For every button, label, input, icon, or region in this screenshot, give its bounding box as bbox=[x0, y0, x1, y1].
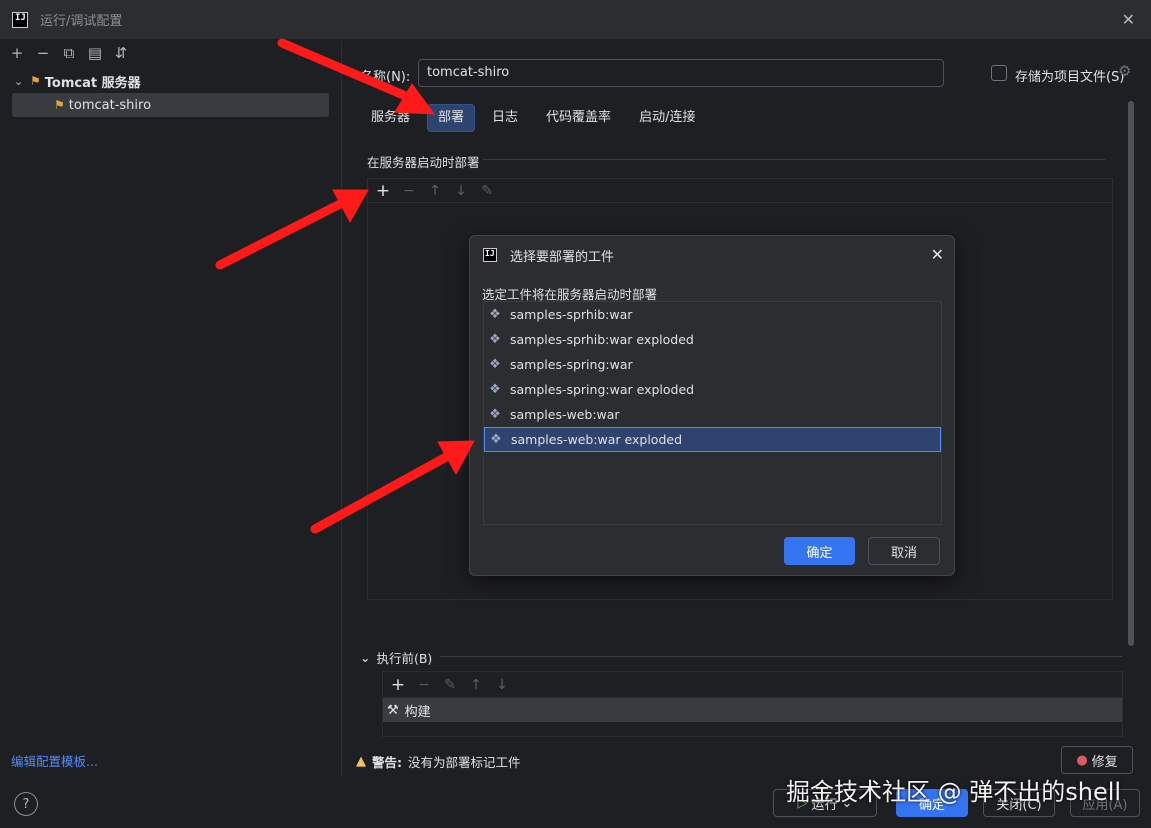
select-artifact-dialog: IJ 选择要部署的工件 ✕ 选定工件将在服务器启动时部署 ❖ samples-s… bbox=[469, 235, 955, 576]
tab-server[interactable]: 服务器 bbox=[360, 104, 421, 132]
add-configuration-icon[interactable]: + bbox=[6, 42, 28, 64]
configuration-tree-panel: + − ⧉ ▤ ⇵ ⌄ ⚑ Tomcat 服务器 ⚑ tomcat-shiro … bbox=[0, 41, 342, 816]
artifact-icon: ❖ bbox=[489, 307, 501, 322]
dialog-close-icon[interactable]: ✕ bbox=[931, 245, 944, 264]
tomcat-config-icon: ⚑ bbox=[54, 98, 65, 112]
artifact-label: samples-sprhib:war bbox=[510, 307, 633, 322]
copy-configuration-icon[interactable]: ⧉ bbox=[58, 42, 80, 64]
store-as-project-file-checkbox[interactable] bbox=[991, 65, 1007, 81]
move-down-icon[interactable]: ↓ bbox=[491, 677, 513, 693]
dialog-titlebar: IJ 选择要部署的工件 bbox=[470, 236, 954, 274]
chevron-down-icon[interactable]: ⌄ bbox=[14, 75, 30, 88]
section-divider bbox=[483, 159, 1105, 160]
gear-icon[interactable]: ⚙ bbox=[1118, 62, 1131, 80]
warning-message: ▲ 警告: 没有为部署标记工件 bbox=[356, 752, 521, 771]
add-task-icon[interactable]: + bbox=[387, 675, 409, 695]
artifact-list: ❖ samples-sprhib:war ❖ samples-sprhib:wa… bbox=[483, 301, 942, 525]
build-hammer-icon: ⚒ bbox=[387, 702, 399, 718]
tomcat-icon: ⚑ bbox=[30, 74, 41, 88]
help-button[interactable]: ? bbox=[14, 792, 38, 816]
tab-deployment[interactable]: 部署 bbox=[427, 104, 476, 132]
dialog-title: 选择要部署的工件 bbox=[510, 249, 615, 265]
tree-toolbar: + − ⧉ ▤ ⇵ bbox=[0, 41, 341, 65]
tree-item-tomcat-shiro[interactable]: ⚑ tomcat-shiro bbox=[12, 93, 329, 117]
before-launch-label: 执行前(B) bbox=[376, 651, 433, 666]
list-item[interactable]: ❖ samples-web:war bbox=[484, 402, 941, 427]
name-field[interactable]: tomcat-shiro bbox=[418, 59, 944, 87]
list-item-selected[interactable]: ❖ samples-web:war exploded bbox=[484, 427, 941, 452]
move-down-icon[interactable]: ↓ bbox=[450, 183, 472, 199]
tree-item-label: tomcat-shiro bbox=[68, 97, 152, 113]
artifact-icon: ❖ bbox=[490, 432, 502, 447]
folder-icon[interactable]: ▤ bbox=[84, 42, 106, 64]
move-up-icon[interactable]: ↑ bbox=[424, 183, 446, 199]
task-label: 构建 bbox=[404, 704, 431, 720]
artifact-label: samples-spring:war exploded bbox=[510, 382, 695, 397]
list-item[interactable]: ❖ samples-sprhib:war exploded bbox=[484, 327, 941, 352]
tree-item-tomcat-server[interactable]: ⌄ ⚑ Tomcat 服务器 bbox=[0, 69, 341, 93]
chevron-down-icon[interactable]: ⌄ bbox=[360, 650, 370, 665]
edit-templates-link[interactable]: 编辑配置模板... bbox=[11, 751, 98, 770]
move-up-icon[interactable]: ↑ bbox=[465, 677, 487, 693]
warning-icon: ▲ bbox=[356, 754, 366, 769]
list-item[interactable]: ❖ samples-spring:war exploded bbox=[484, 377, 941, 402]
deploy-section-title: 在服务器启动时部署 bbox=[367, 155, 480, 170]
before-launch-header[interactable]: ⌄ 执行前(B) bbox=[360, 648, 432, 667]
vertical-scrollbar[interactable] bbox=[1128, 101, 1134, 646]
window-close-icon[interactable]: ✕ bbox=[1122, 10, 1135, 29]
deployment-toolbar: + − ↑ ↓ ✎ bbox=[368, 179, 1112, 203]
before-launch-toolbar: + − ✎ ↑ ↓ bbox=[383, 672, 1122, 698]
artifact-icon: ❖ bbox=[489, 407, 501, 422]
artifact-label: samples-web:war bbox=[510, 407, 620, 422]
edit-pencil-icon[interactable]: ✎ bbox=[476, 183, 498, 199]
name-label: 名称(N): bbox=[360, 70, 411, 85]
artifact-label: samples-spring:war bbox=[510, 357, 633, 372]
list-item[interactable]: ⚒ 构建 bbox=[383, 698, 1122, 722]
list-item[interactable]: ❖ samples-spring:war bbox=[484, 352, 941, 377]
remove-icon[interactable]: − bbox=[413, 677, 435, 693]
window-titlebar: IJ 运行/调试配置 ✕ bbox=[0, 0, 1151, 40]
remove-configuration-icon[interactable]: − bbox=[32, 42, 54, 64]
add-artifact-icon[interactable]: + bbox=[372, 181, 394, 201]
window-title: 运行/调试配置 bbox=[40, 14, 123, 29]
artifact-icon: ❖ bbox=[489, 382, 501, 397]
artifact-icon: ❖ bbox=[489, 332, 501, 347]
edit-pencil-icon[interactable]: ✎ bbox=[439, 677, 461, 693]
dialog-ok-button[interactable]: 确定 bbox=[784, 537, 855, 565]
artifact-label: samples-web:war exploded bbox=[511, 432, 683, 447]
warning-label: 警告: bbox=[372, 755, 402, 770]
artifact-label: samples-sprhib:war exploded bbox=[510, 332, 694, 347]
list-item[interactable]: ❖ samples-sprhib:war bbox=[484, 302, 941, 327]
artifact-icon: ❖ bbox=[489, 357, 501, 372]
before-launch-list: + − ✎ ↑ ↓ ⚒ 构建 bbox=[382, 671, 1123, 737]
lightbulb-icon: ● bbox=[1076, 752, 1088, 768]
configuration-tree: ⌄ ⚑ Tomcat 服务器 ⚑ tomcat-shiro bbox=[0, 69, 341, 117]
warning-text: 没有为部署标记工件 bbox=[408, 755, 521, 770]
watermark-text: 掘金技术社区 @ 弹不出的shell bbox=[786, 778, 1122, 806]
tab-startup-connection[interactable]: 启动/连接 bbox=[628, 104, 706, 132]
sort-icon[interactable]: ⇵ bbox=[110, 42, 132, 64]
tab-logs[interactable]: 日志 bbox=[481, 104, 529, 132]
store-as-project-file-label: 存储为项目文件(S) bbox=[1015, 70, 1125, 85]
intellij-app-icon: IJ bbox=[12, 11, 28, 28]
fix-button-label: 修复 bbox=[1091, 754, 1118, 770]
dialog-cancel-button[interactable]: 取消 bbox=[868, 537, 940, 565]
fix-button[interactable]: ● 修复 bbox=[1061, 746, 1133, 774]
tree-item-label: Tomcat 服务器 bbox=[44, 75, 141, 91]
intellij-app-icon: IJ bbox=[483, 248, 497, 262]
config-tabs: 服务器 部署 日志 代码覆盖率 启动/连接 bbox=[360, 104, 706, 132]
remove-icon[interactable]: − bbox=[398, 183, 420, 199]
section-divider bbox=[440, 656, 1122, 657]
tab-code-coverage[interactable]: 代码覆盖率 bbox=[535, 104, 622, 132]
